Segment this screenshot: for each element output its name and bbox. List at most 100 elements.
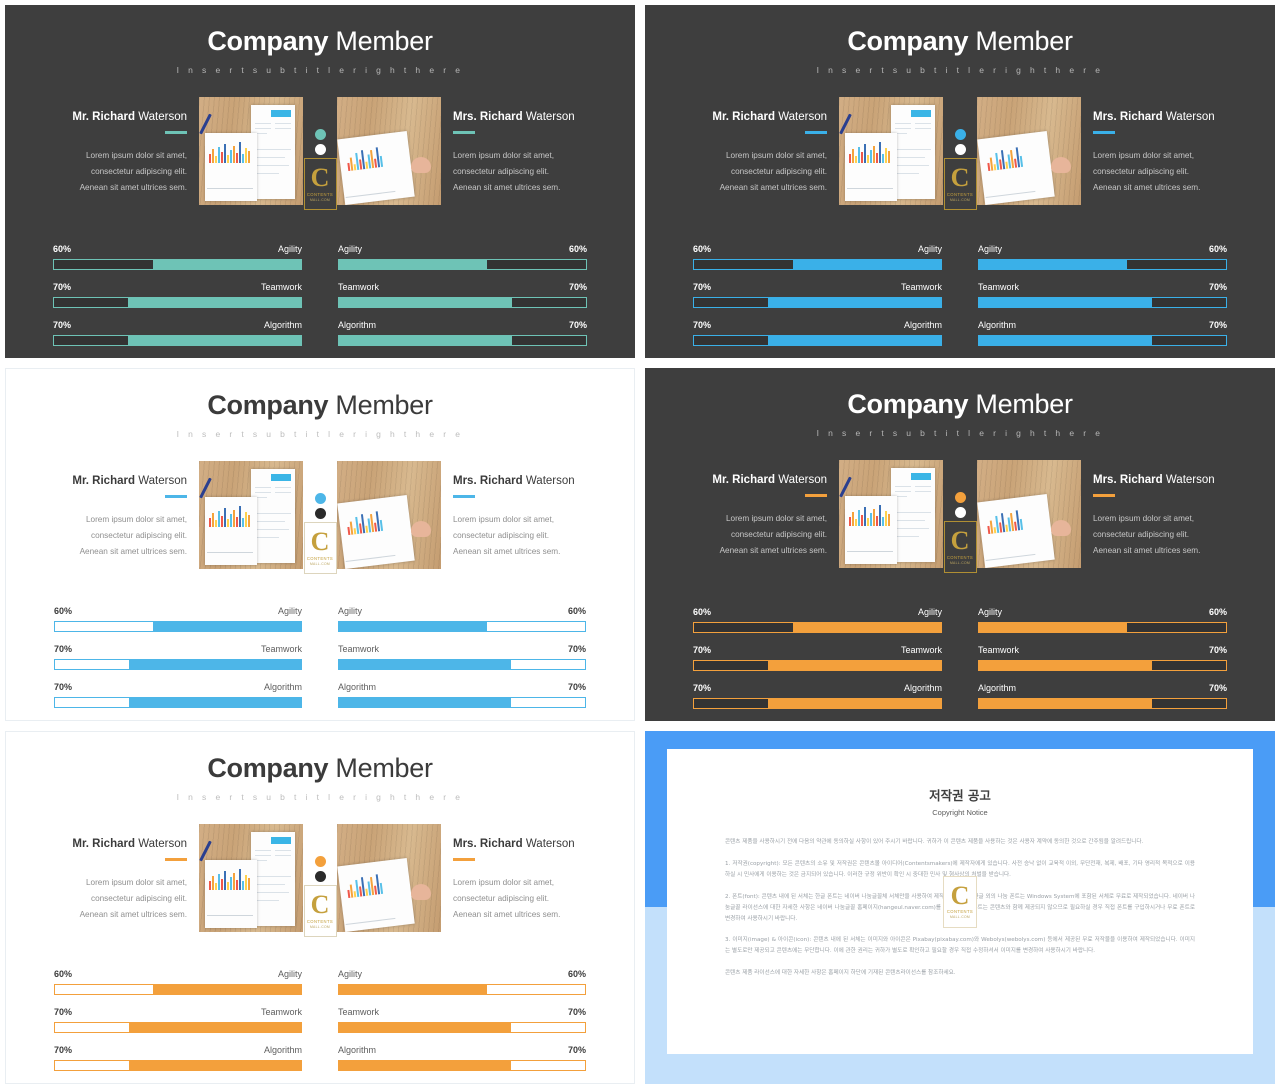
skill-progress-bar[interactable] [693, 297, 942, 308]
skill-progress-empty [55, 985, 153, 994]
slide-1[interactable]: Company Member I n s e r t s u b t i t l… [5, 5, 635, 358]
mini-bar-chart [209, 141, 250, 164]
skill-progress-bar[interactable] [693, 622, 942, 633]
skill-row: Algorithm 70% [978, 683, 1227, 709]
skill-header: Algorithm 70% [338, 1045, 586, 1055]
skill-header: Teamwork 70% [338, 282, 587, 292]
skill-label: Algorithm [263, 1045, 302, 1055]
skill-header: 70% Teamwork [53, 282, 302, 292]
slide-5[interactable]: Company Member I n s e r t s u b t i t l… [5, 731, 635, 1084]
member-left-name: Mr. Richard Waterson [712, 111, 827, 124]
skill-progress-bar[interactable] [978, 335, 1227, 346]
skill-label: Agility [917, 607, 942, 617]
skills-left: 60% Agility 70% Teamwork 70% Algorithm [693, 607, 942, 709]
skill-progress-bar[interactable] [978, 259, 1227, 270]
skill-progress-bar[interactable] [338, 984, 586, 995]
skill-header: 70% Teamwork [693, 282, 942, 292]
skill-progress-bar[interactable] [338, 621, 586, 632]
skill-progress-bar[interactable] [978, 660, 1227, 671]
skill-percent: 70% [1208, 320, 1227, 330]
skill-progress-bar[interactable] [53, 335, 302, 346]
skill-progress-empty [55, 660, 129, 669]
slide-cell-3[interactable]: Company Member I n s e r t s u b t i t l… [0, 363, 640, 726]
skill-label: Algorithm [338, 320, 377, 330]
skill-progress-bar[interactable] [54, 621, 302, 632]
skill-progress-bar[interactable] [338, 1060, 586, 1071]
slide-cell-6[interactable]: 저작권 공고 Copyright Notice 콘텐츠 제품을 사용하시기 전에… [640, 726, 1280, 1089]
badge-letter: C [950, 880, 970, 910]
skill-progress-bar[interactable] [978, 622, 1227, 633]
skill-progress-bar[interactable] [693, 335, 942, 346]
skill-progress-bar[interactable] [693, 259, 942, 270]
skill-progress-bar[interactable] [693, 660, 942, 671]
slide-header: Company Member I n s e r t s u b t i t l… [5, 5, 635, 75]
photo-right [337, 97, 441, 206]
slide-cell-2[interactable]: Company Member I n s e r t s u b t i t l… [640, 0, 1280, 363]
mini-bar-chart [209, 868, 250, 891]
skill-label: Algorithm [338, 682, 377, 692]
skill-progress-empty [1127, 260, 1226, 269]
accent-rule [453, 858, 475, 861]
copyright-slide[interactable]: 저작권 공고 Copyright Notice 콘텐츠 제품을 사용하시기 전에… [645, 731, 1275, 1084]
accent-rule [165, 495, 187, 498]
skill-progress-bar[interactable] [53, 259, 302, 270]
slide-header: Company Member I n s e r t s u b t i t l… [645, 5, 1275, 75]
skill-progress-bar[interactable] [53, 297, 302, 308]
skill-label: Teamwork [260, 1007, 302, 1017]
skill-row: 60% Agility [53, 244, 302, 270]
skill-progress-empty [512, 298, 586, 307]
member-left-bio: Lorem ipsum dolor sit amet, consectetur … [719, 150, 827, 192]
slide-grid: Company Member I n s e r t s u b t i t l… [0, 0, 1280, 1089]
skill-progress-bar[interactable] [978, 698, 1227, 709]
slide-4[interactable]: Company Member I n s e r t s u b t i t l… [645, 368, 1275, 721]
skill-progress-bar[interactable] [978, 297, 1227, 308]
skill-progress-empty [694, 623, 793, 632]
skill-header: 70% Teamwork [693, 645, 942, 655]
skill-header: Agility 60% [978, 244, 1227, 254]
skill-progress-bar[interactable] [338, 335, 587, 346]
skill-progress-bar[interactable] [338, 297, 587, 308]
skill-header: 60% Agility [54, 606, 302, 616]
slide-3[interactable]: Company Member I n s e r t s u b t i t l… [5, 368, 635, 721]
member-left: Mr. Richard Waterson Lorem ipsum dolor s… [40, 824, 199, 922]
skill-progress-bar[interactable] [54, 1022, 302, 1033]
skill-progress-bar[interactable] [338, 1022, 586, 1033]
skill-progress-bar[interactable] [338, 659, 586, 670]
skill-progress-bar[interactable] [54, 984, 302, 995]
slide-2[interactable]: Company Member I n s e r t s u b t i t l… [645, 5, 1275, 358]
skills-left: 60% Agility 70% Teamwork 70% Algorithm [54, 969, 302, 1071]
skill-progress-bar[interactable] [54, 1060, 302, 1071]
photo-group: C CONTENTS MALL.COM [199, 824, 441, 938]
skill-progress-bar[interactable] [54, 659, 302, 670]
skill-progress-bar[interactable] [338, 697, 586, 708]
member-left-name: Mr. Richard Waterson [72, 838, 187, 851]
accent-rule [805, 494, 827, 497]
page-subtitle: I n s e r t s u b t i t l e r i g h t h … [816, 65, 1104, 76]
skill-row: 70% Algorithm [693, 683, 942, 709]
skill-label: Algorithm [978, 320, 1017, 330]
member-right: Mrs. Richard Waterson Lorem ipsum dolor … [1081, 460, 1241, 558]
slide-cell-5[interactable]: Company Member I n s e r t s u b t i t l… [0, 726, 640, 1089]
badge-card: C CONTENTS MALL.COM [303, 522, 337, 575]
skill-row: Agility 60% [338, 969, 586, 995]
member-left-bio: Lorem ipsum dolor sit amet, consectetur … [79, 150, 187, 192]
slide-cell-1[interactable]: Company Member I n s e r t s u b t i t l… [0, 0, 640, 363]
photo-group: C CONTENTS MALL.COM [839, 97, 1081, 211]
page-title: Company Member [645, 26, 1275, 56]
slide-cell-4[interactable]: Company Member I n s e r t s u b t i t l… [640, 363, 1280, 726]
badge-line1: CONTENTS [306, 555, 334, 561]
skill-progress-empty [694, 699, 768, 708]
blue-tab [271, 110, 291, 118]
hand-photo-element [411, 157, 431, 174]
skill-progress-bar[interactable] [693, 698, 942, 709]
skill-progress-empty [55, 698, 129, 707]
skill-progress-empty [54, 336, 128, 345]
skill-label: Agility [277, 606, 302, 616]
member-left: Mr. Richard Waterson Lorem ipsum dolor s… [40, 461, 199, 559]
skill-progress-bar[interactable] [54, 697, 302, 708]
skill-percent: 60% [567, 969, 586, 979]
skill-percent: 70% [568, 282, 587, 292]
skill-label: Teamwork [900, 282, 942, 292]
skill-progress-bar[interactable] [338, 259, 587, 270]
copyright-title: 저작권 공고 [929, 788, 991, 803]
